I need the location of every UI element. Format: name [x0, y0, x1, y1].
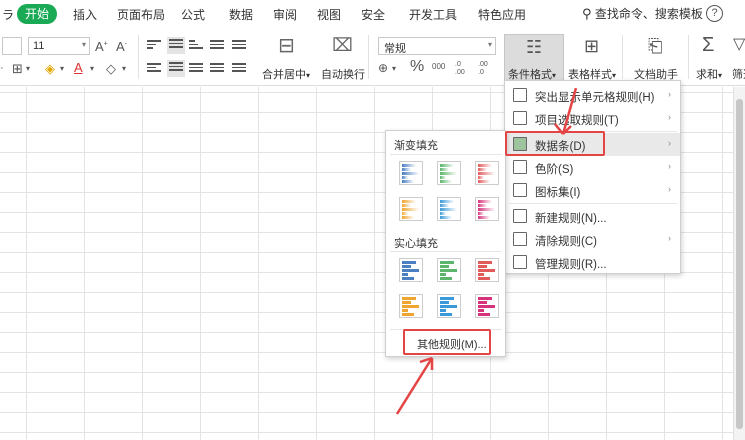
eraser-icon[interactable]: ◇ — [106, 62, 116, 75]
align-center-icon[interactable] — [167, 60, 185, 77]
chevron-down-icon: ▾ — [487, 40, 492, 49]
tab-data[interactable]: 数据 — [229, 6, 253, 23]
fill-color-icon[interactable]: ◈ — [45, 62, 55, 75]
chevron-down-icon[interactable]: ▾ — [90, 65, 94, 73]
conditional-format-icon: ☷ — [526, 37, 543, 57]
number-format-value: 常规 — [384, 43, 406, 55]
tab-special[interactable]: 特色应用 — [478, 6, 526, 23]
font-color-icon[interactable]: A — [74, 61, 83, 74]
font-name-box[interactable] — [2, 37, 22, 55]
ribbon-toolbar: 11 ▾ A+ A- · ⊞ ▾ ◈ ▾ A ▾ ◇ ▾ ⊟ 合并居中▾ ⌧ 自… — [0, 29, 745, 86]
chevron-down-icon[interactable]: ▾ — [26, 65, 30, 73]
justify-icon[interactable] — [210, 63, 224, 75]
collapse-chevron-icon[interactable]: ラ — [2, 6, 14, 23]
border-icon[interactable]: ⊞ — [12, 62, 23, 75]
tab-view[interactable]: 视图 — [317, 6, 341, 23]
font-size-box[interactable]: 11 ▾ — [28, 37, 90, 55]
distributed-icon[interactable] — [232, 63, 246, 75]
chevron-right-icon: › — [668, 112, 671, 122]
search-label: 查找命令、搜索模板 — [594, 7, 703, 21]
chevron-down-icon[interactable]: ▾ — [122, 65, 126, 73]
filter-button[interactable]: 筛选 — [732, 66, 745, 82]
font-shrink-icon[interactable]: A- — [116, 40, 127, 53]
sum-icon[interactable]: Σ — [702, 35, 714, 55]
decimal-decrease-button[interactable]: .00 .0 — [478, 61, 494, 77]
search-icon: ⚲ — [582, 6, 592, 21]
wrap-text-button[interactable]: 自动换行 — [321, 66, 365, 82]
tab-developer[interactable]: 开发工具 — [409, 6, 457, 23]
help-icon[interactable]: ? — [706, 5, 723, 22]
thousands-button[interactable]: 000 — [432, 63, 445, 71]
chevron-right-icon: › — [668, 89, 671, 99]
align-middle-icon[interactable] — [167, 37, 185, 54]
menu-bar: ラ 开始 插入 页面布局 公式 数据 审阅 视图 安全 开发工具 特色应用 ⚲ … — [0, 0, 745, 29]
align-right-icon[interactable] — [189, 63, 203, 75]
tab-security[interactable]: 安全 — [361, 6, 385, 23]
chevron-right-icon: › — [668, 233, 671, 243]
align-top-icon[interactable] — [147, 40, 161, 52]
filter-icon[interactable]: ▽ — [733, 37, 745, 53]
table-style-icon[interactable]: ⊞ — [584, 37, 599, 55]
chevron-down-icon[interactable]: ▾ — [392, 65, 396, 73]
search-command[interactable]: ⚲ 查找命令、搜索模板 — [582, 5, 703, 22]
tab-insert[interactable]: 插入 — [73, 6, 97, 23]
percent-button[interactable]: % — [410, 59, 424, 75]
font-size-value: 11 — [33, 40, 45, 52]
wrap-text-icon[interactable]: ⌧ — [332, 36, 353, 54]
indent-increase-icon[interactable] — [232, 40, 246, 52]
align-bottom-icon[interactable] — [189, 40, 203, 52]
decimal-increase-button[interactable]: .0 .00 — [455, 61, 469, 77]
indent-decrease-icon[interactable] — [210, 40, 224, 52]
vertical-scrollbar[interactable] — [733, 87, 745, 440]
conditional-format-button[interactable]: ☷ 条件格式▾ — [504, 34, 564, 82]
border-more-icon[interactable]: · — [0, 63, 4, 74]
chevron-right-icon: › — [668, 184, 671, 194]
tab-formula[interactable]: 公式 — [181, 6, 205, 23]
number-format-select[interactable]: 常规 ▾ — [378, 37, 496, 55]
tab-home[interactable]: 开始 — [17, 4, 57, 24]
merge-center-icon[interactable]: ⊟ — [278, 36, 295, 56]
annotation-arrows — [395, 88, 578, 415]
font-grow-icon[interactable]: A+ — [95, 40, 108, 53]
arrow-to-other-rules — [395, 357, 434, 415]
doc-helper-icon[interactable]: ⎗ — [648, 37, 662, 55]
merge-center-button[interactable]: 合并居中▾ — [262, 66, 310, 82]
align-left-icon[interactable] — [147, 63, 161, 75]
chevron-right-icon: › — [668, 138, 671, 148]
chevron-down-icon[interactable]: ▾ — [60, 65, 64, 73]
chevron-right-icon: › — [668, 161, 671, 171]
tab-page-layout[interactable]: 页面布局 — [117, 6, 165, 23]
currency-icon[interactable]: ⊕ — [378, 62, 388, 74]
tab-review[interactable]: 审阅 — [273, 6, 297, 23]
scrollbar-thumb[interactable] — [736, 99, 743, 429]
chevron-down-icon: ▾ — [81, 40, 86, 49]
sum-button[interactable]: 求和▾ — [696, 66, 722, 82]
